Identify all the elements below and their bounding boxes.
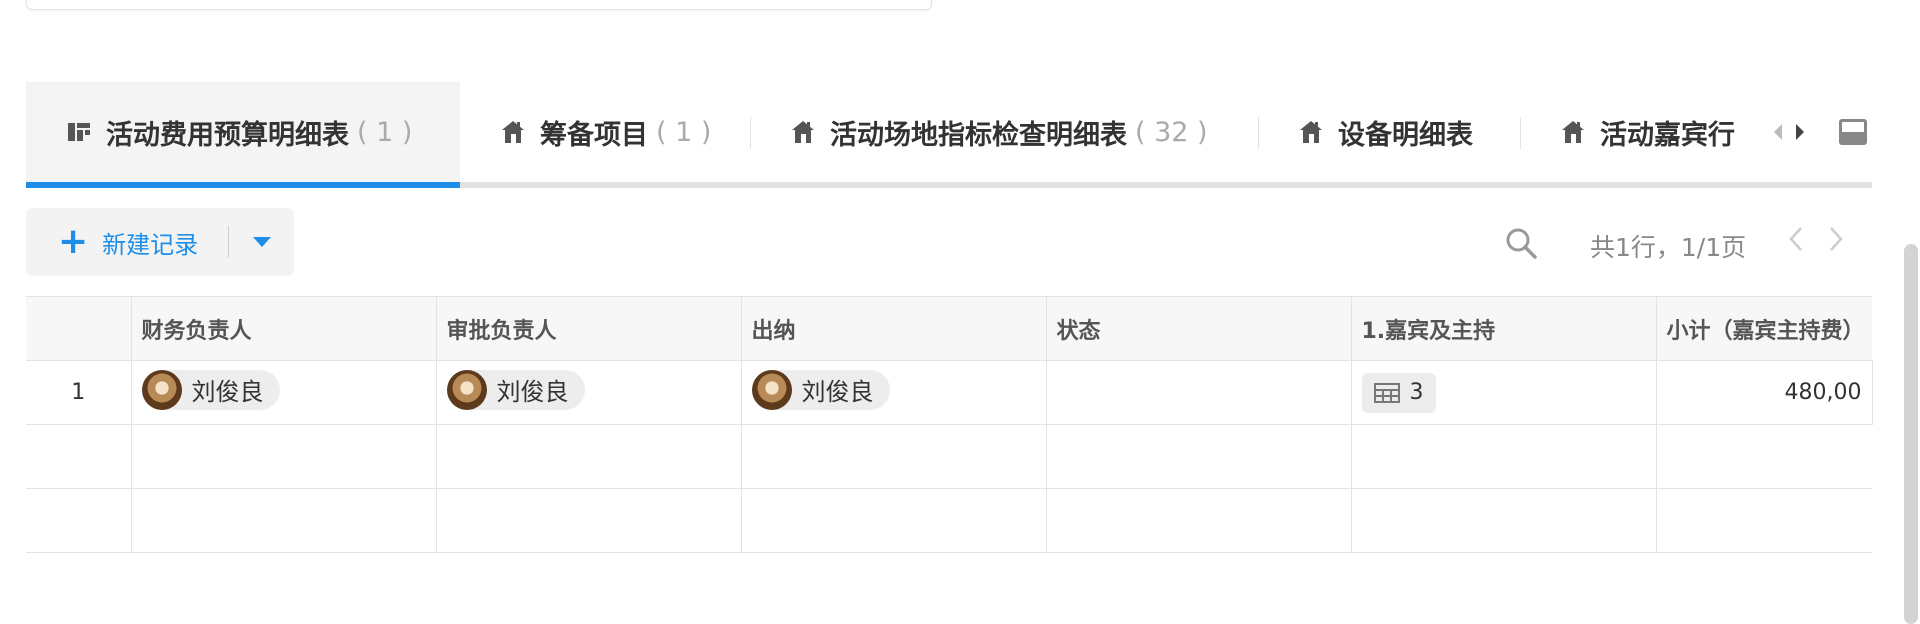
pager [1788,224,1844,254]
guests-cell[interactable]: 3 [1350,360,1656,425]
grid-cell[interactable] [435,424,741,489]
table-row[interactable] [26,424,1872,489]
column-header[interactable]: 审批负责人 [435,296,741,361]
grid-cell[interactable] [740,424,1046,489]
vertical-scrollbar[interactable] [1894,0,1920,624]
grid-cell[interactable] [1045,424,1351,489]
linked-records-chip[interactable]: 3 [1361,372,1436,413]
scrollbar-thumb[interactable] [1904,244,1918,624]
next-page-icon[interactable] [1828,224,1844,254]
avatar [446,369,487,410]
avatar [751,369,792,410]
cashier-cell[interactable]: 刘俊良 [740,360,1046,425]
column-header[interactable]: 小计（嘉宾主持费） [1655,296,1872,361]
user-chip: 刘俊良 [141,369,280,410]
status-cell[interactable] [1045,360,1351,425]
tab-count: ( 32 ) [1135,116,1208,148]
user-name: 刘俊良 [496,378,569,406]
tab-scroll-arrows [1772,118,1806,146]
column-header[interactable]: 1.嘉宾及主持 [1350,296,1656,361]
subtotal-cell[interactable]: 480,00 [1655,360,1872,425]
column-header[interactable]: 状态 [1045,296,1351,361]
grid-cell[interactable] [1045,488,1351,553]
row-number [26,488,131,553]
tab-divider [750,117,751,149]
finance-owner-cell[interactable]: 刘俊良 [130,360,436,425]
pagination-info: 共1行，1/1页 [1590,233,1747,262]
user-chip: 刘俊良 [751,369,890,410]
header-row: 财务负责人 审批负责人 出纳 状态 1.嘉宾及主持 小计（嘉宾主持费） [26,296,1872,361]
tab-equipment[interactable]: 设备明细表 [1298,82,1473,182]
prev-page-icon[interactable] [1788,224,1804,254]
grid-cell[interactable] [1655,424,1872,489]
grid-cell[interactable] [1350,488,1656,553]
grid-cell[interactable] [130,488,436,553]
new-record-group: + 新建记录 [26,208,294,276]
tab-count: ( 1 ) [357,116,413,148]
caret-right-icon[interactable] [1794,118,1806,146]
tab-budget-detail[interactable]: 活动费用预算明细表 ( 1 ) [26,82,460,188]
tab-divider [1258,117,1259,149]
home-icon [1300,121,1322,143]
tab-count: ( 1 ) [656,116,712,148]
grid-cell[interactable] [130,424,436,489]
user-name: 刘俊良 [801,378,874,406]
linked-count: 3 [1409,380,1424,405]
button-divider [228,226,230,258]
caret-down-icon[interactable] [253,237,272,247]
search-icon[interactable] [1504,226,1538,260]
tab-label: 活动场地指标检查明细表 [830,119,1127,151]
user-name: 刘俊良 [191,378,264,406]
data-grid: 财务负责人 审批负责人 出纳 状态 1.嘉宾及主持 小计（嘉宾主持费） 1 刘俊… [26,296,1872,553]
home-icon [502,121,524,143]
grid-cell[interactable] [1655,488,1872,553]
column-header[interactable]: 财务负责人 [130,296,436,361]
tab-label: 设备明细表 [1338,119,1473,151]
top-card [26,0,932,10]
grid-cell[interactable] [1350,424,1656,489]
avatar [141,369,182,410]
tab-preparation-items[interactable]: 筹备项目 ( 1 ) [500,82,711,182]
table-row[interactable] [26,488,1872,553]
plus-icon: + [58,221,89,262]
row-number [26,424,131,489]
home-icon [792,121,814,143]
sheet-tabs: 活动费用预算明细表 ( 1 ) 筹备项目 ( 1 ) 活动场地指标检查明细表 (… [26,82,1872,188]
grid-icon [68,123,90,141]
table-row[interactable]: 1 刘俊良 刘俊良 刘俊良 3 480,00 [26,360,1872,425]
row-number-header [26,296,131,361]
column-header[interactable]: 出纳 [740,296,1046,361]
home-icon [1562,121,1584,143]
tab-label: 活动费用预算明细表 [106,119,349,151]
panel-toggle-icon[interactable] [1838,118,1868,146]
tab-guests[interactable]: 活动嘉宾行 [1560,82,1735,182]
tab-label: 活动嘉宾行 [1600,119,1735,151]
tab-divider [1520,117,1521,149]
caret-left-icon[interactable] [1772,118,1784,146]
table-icon [1373,382,1400,403]
user-chip: 刘俊良 [446,369,585,410]
row-number: 1 [26,360,131,425]
new-record-button[interactable]: + 新建记录 [26,208,198,276]
approver-cell[interactable]: 刘俊良 [435,360,741,425]
tab-venue-check[interactable]: 活动场地指标检查明细表 ( 32 ) [790,82,1208,182]
grid-cell[interactable] [740,488,1046,553]
grid-cell[interactable] [435,488,741,553]
new-record-label: 新建记录 [102,230,199,259]
tab-label: 筹备项目 [540,119,648,151]
